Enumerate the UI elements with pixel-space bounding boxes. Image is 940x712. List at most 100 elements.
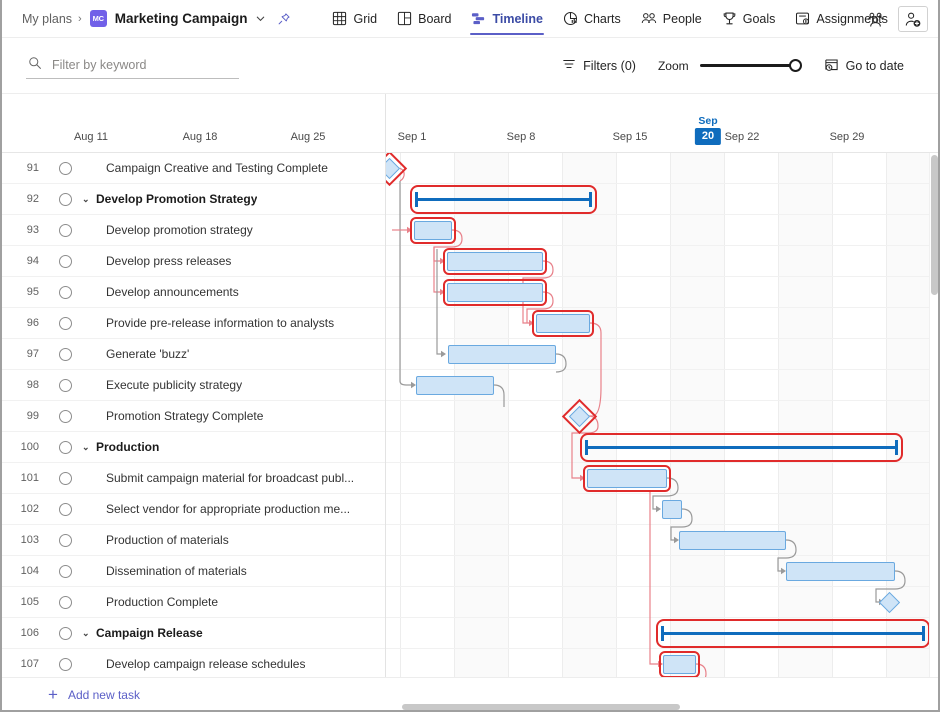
collapse-chevron-icon[interactable]: ⌄ — [82, 628, 92, 639]
table-row[interactable]: 95Develop announcements — [0, 277, 385, 308]
task-complete-checkbox[interactable] — [48, 441, 82, 454]
add-person-button[interactable] — [898, 6, 928, 32]
task-complete-checkbox[interactable] — [48, 224, 82, 237]
gantt-task-bar[interactable] — [416, 376, 494, 395]
table-row[interactable]: 103Production of materials — [0, 525, 385, 556]
pin-icon[interactable] — [277, 12, 291, 26]
table-row[interactable]: 97Generate 'buzz' — [0, 339, 385, 370]
top-navigation-bar: My plans › MC Marketing Campaign Grid Bo… — [0, 0, 940, 38]
gantt-task-bar[interactable] — [447, 252, 543, 271]
table-row[interactable]: 104Dissemination of materials — [0, 556, 385, 587]
gantt-task-bar[interactable] — [662, 500, 682, 519]
gantt-task-bar[interactable] — [414, 221, 452, 240]
task-complete-checkbox[interactable] — [48, 348, 82, 361]
task-name: Develop campaign release schedules — [82, 657, 305, 671]
zoom-slider-thumb[interactable] — [789, 59, 802, 72]
row-id: 92 — [0, 193, 48, 205]
row-id: 104 — [0, 565, 48, 577]
gantt-task-bar[interactable] — [587, 469, 667, 488]
tab-board[interactable]: Board — [388, 0, 460, 38]
task-complete-checkbox[interactable] — [48, 255, 82, 268]
timeline-date-scale: Aug 11Aug 18Aug 25Sep 1Sep 8Sep 15Sep 22… — [0, 94, 940, 152]
table-row[interactable]: 100⌄Production — [0, 432, 385, 463]
today-day: 20 — [695, 128, 721, 145]
table-row[interactable]: 107 Develop campaign release schedules — [0, 649, 385, 677]
task-name: ⌄Production — [82, 440, 159, 454]
view-tabs: Grid Board Timeline Charts People Goals — [323, 0, 896, 38]
gantt-task-bar[interactable] — [679, 531, 786, 550]
table-row[interactable]: 96Provide pre-release information to ana… — [0, 308, 385, 339]
search-icon — [28, 56, 42, 73]
table-row[interactable]: 94 Develop press releases — [0, 246, 385, 277]
gantt-task-bar[interactable] — [536, 314, 590, 333]
table-row[interactable]: 102 Select vendor for appropriate product… — [0, 494, 385, 525]
go-to-date-button[interactable]: Go to date — [824, 57, 904, 75]
task-complete-checkbox[interactable] — [48, 162, 82, 175]
task-name: Develop press releases — [82, 254, 231, 268]
row-id: 102 — [0, 503, 48, 515]
table-row[interactable]: 91Campaign Creative and Testing Complete — [0, 153, 385, 184]
gantt-task-bar[interactable] — [786, 562, 895, 581]
table-row[interactable]: 106⌄Campaign Release — [0, 618, 385, 649]
search-input[interactable] — [50, 57, 237, 73]
task-complete-checkbox[interactable] — [48, 534, 82, 547]
breadcrumb-my-plans[interactable]: My plans — [22, 12, 72, 26]
dependency-links — [386, 153, 940, 677]
table-row[interactable]: 98Execute publicity strategy — [0, 370, 385, 401]
row-id: 107 — [0, 658, 48, 670]
task-complete-checkbox[interactable] — [48, 410, 82, 423]
table-row[interactable]: 105Production Complete — [0, 587, 385, 618]
gantt-chart-panel[interactable] — [386, 153, 940, 677]
filters-button[interactable]: Filters (0) — [562, 57, 636, 74]
scale-tick-sep-8: Sep 8 — [507, 131, 536, 143]
gantt-task-bar[interactable] — [663, 655, 696, 674]
add-new-task-row[interactable]: + Add new task — [0, 677, 386, 712]
top-right-actions — [862, 0, 928, 38]
task-list-pane: 91Campaign Creative and Testing Complete… — [0, 153, 386, 677]
scale-tick-aug-18: Aug 18 — [183, 131, 218, 143]
tab-grid[interactable]: Grid — [323, 0, 386, 38]
tab-charts[interactable]: Charts — [554, 0, 630, 38]
task-name: Campaign Creative and Testing Complete — [82, 161, 328, 175]
task-complete-checkbox[interactable] — [48, 286, 82, 299]
task-complete-checkbox[interactable] — [48, 472, 82, 485]
plan-chevron-down-icon[interactable] — [253, 12, 267, 26]
vertical-scrollbar-thumb[interactable] — [931, 155, 938, 295]
task-name-text: Develop campaign release schedules — [106, 657, 305, 671]
table-row[interactable]: 99Promotion Strategy Complete — [0, 401, 385, 432]
gantt-task-bar[interactable] — [448, 345, 556, 364]
gantt-summary-bar[interactable] — [415, 190, 592, 209]
zoom-control: Zoom — [658, 59, 802, 73]
people-icon — [641, 11, 657, 26]
task-complete-checkbox[interactable] — [48, 317, 82, 330]
add-person-icon — [904, 11, 922, 28]
gantt-summary-bar[interactable] — [585, 438, 898, 457]
tab-goals[interactable]: Goals — [713, 0, 785, 38]
collapse-chevron-icon[interactable]: ⌄ — [82, 194, 92, 205]
tab-people[interactable]: People — [632, 0, 711, 38]
collapse-chevron-icon[interactable]: ⌄ — [82, 442, 92, 453]
task-name-text: Develop announcements — [106, 285, 239, 299]
zoom-slider[interactable] — [700, 59, 802, 73]
gantt-task-bar[interactable] — [447, 283, 543, 302]
task-complete-checkbox[interactable] — [48, 596, 82, 609]
gantt-summary-bar[interactable] — [661, 624, 925, 643]
add-new-task-label[interactable]: Add new task — [68, 688, 140, 702]
task-complete-checkbox[interactable] — [48, 503, 82, 516]
tab-timeline[interactable]: Timeline — [462, 0, 551, 38]
table-row[interactable]: 93Develop promotion strategy — [0, 215, 385, 246]
task-name: Select vendor for appropriate production… — [82, 502, 350, 516]
table-row[interactable]: 101Submit campaign material for broadcas… — [0, 463, 385, 494]
task-name-text: Production Complete — [106, 595, 218, 609]
task-complete-checkbox[interactable] — [48, 627, 82, 640]
breadcrumb-separator: › — [78, 13, 82, 25]
task-complete-checkbox[interactable] — [48, 379, 82, 392]
task-complete-checkbox[interactable] — [48, 193, 82, 206]
task-name-text: Promotion Strategy Complete — [106, 409, 263, 423]
task-complete-checkbox[interactable] — [48, 565, 82, 578]
members-group-icon[interactable] — [862, 6, 888, 32]
table-row[interactable]: 92⌄Develop Promotion Strategy — [0, 184, 385, 215]
task-complete-checkbox[interactable] — [48, 658, 82, 671]
assignments-icon — [795, 11, 810, 26]
row-id: 94 — [0, 255, 48, 267]
